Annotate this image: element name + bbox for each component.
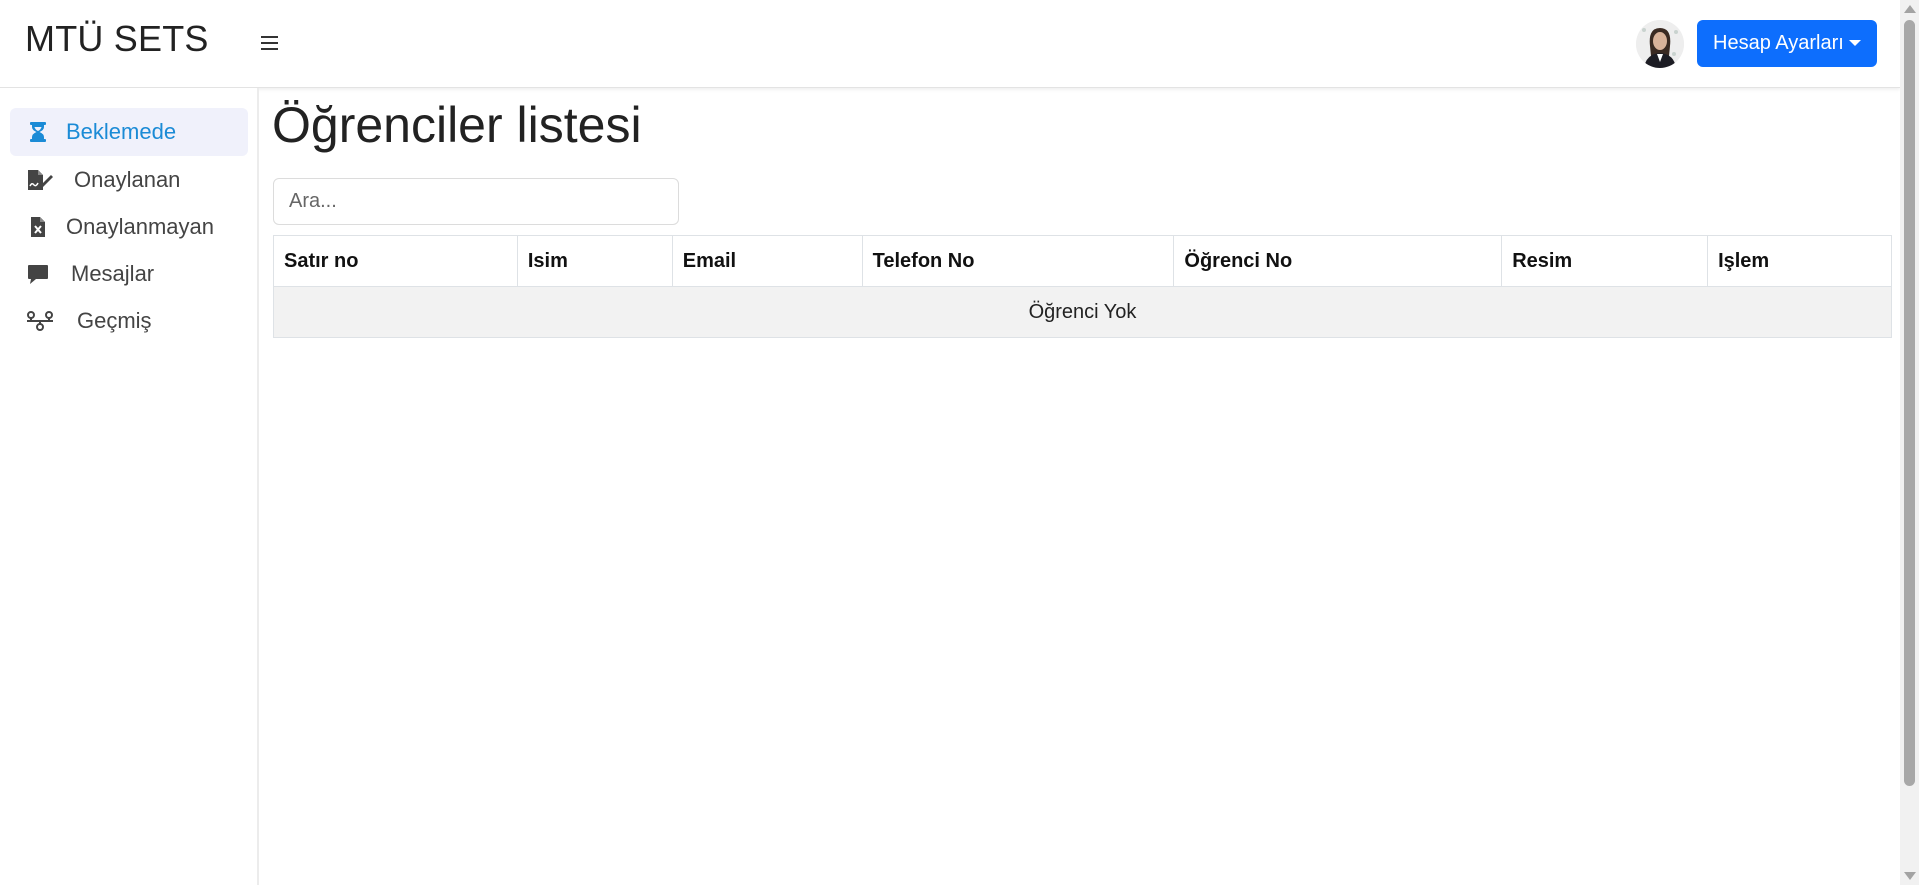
scrollbar-thumb[interactable]	[1904, 20, 1915, 786]
vertical-scrollbar[interactable]	[1900, 0, 1919, 885]
scroll-up-arrow-icon[interactable]	[1904, 5, 1916, 13]
column-header-telefon-no: Telefon No	[861, 235, 1175, 287]
comment-icon	[26, 262, 50, 286]
sidebar-item-gecmis[interactable]: Geçmiş	[10, 297, 248, 345]
sidebar-item-beklemede[interactable]: Beklemede	[10, 108, 248, 156]
column-header-resim: Resim	[1501, 235, 1709, 287]
scroll-down-arrow-icon[interactable]	[1904, 872, 1916, 880]
brand-title[interactable]: MTÜ SETS	[25, 18, 209, 60]
page-title: Öğrenciler listesi	[272, 97, 642, 153]
column-header-isim: Isim	[516, 235, 673, 287]
sidebar-item-mesajlar[interactable]: Mesajlar	[10, 250, 248, 298]
hourglass-icon	[26, 120, 50, 144]
sidebar-item-label: Onaylanmayan	[66, 214, 214, 239]
search-input[interactable]	[273, 178, 679, 225]
sidebar: Beklemede Onaylanan Onaylanmayan Mesajla…	[0, 88, 259, 885]
sidebar-item-onaylanmayan[interactable]: Onaylanmayan	[10, 203, 248, 251]
table-header-row: Satır no Isim Email Telefon No Öğrenci N…	[273, 235, 1892, 287]
column-header-email: Email	[671, 235, 863, 287]
table-row: Öğrenci Yok	[273, 286, 1892, 338]
sidebar-item-label: Beklemede	[66, 119, 177, 144]
sidebar-item-onaylanan[interactable]: Onaylanan	[10, 156, 248, 204]
avatar[interactable]	[1636, 20, 1684, 68]
file-excel-icon	[26, 215, 50, 239]
timeline-icon	[26, 309, 53, 333]
column-header-satir-no: Satır no	[273, 235, 518, 287]
caret-down-icon	[1849, 40, 1861, 46]
sidebar-item-label: Geçmiş	[77, 308, 152, 333]
account-settings-button[interactable]: Hesap Ayarları	[1697, 20, 1877, 67]
empty-table-message: Öğrenci Yok	[273, 286, 1892, 338]
top-navbar: MTÜ SETS Hesap Ayarları	[0, 0, 1900, 88]
menu-toggle-icon[interactable]	[258, 28, 282, 58]
file-signature-icon	[26, 168, 53, 192]
sidebar-item-label: Onaylanan	[74, 167, 181, 192]
students-table: Satır no Isim Email Telefon No Öğrenci N…	[273, 235, 1892, 338]
column-header-ogrenci-no: Öğrenci No	[1173, 235, 1503, 287]
account-settings-label: Hesap Ayarları	[1713, 32, 1844, 54]
column-header-islem: Işlem	[1707, 235, 1892, 287]
sidebar-item-label: Mesajlar	[71, 261, 155, 286]
